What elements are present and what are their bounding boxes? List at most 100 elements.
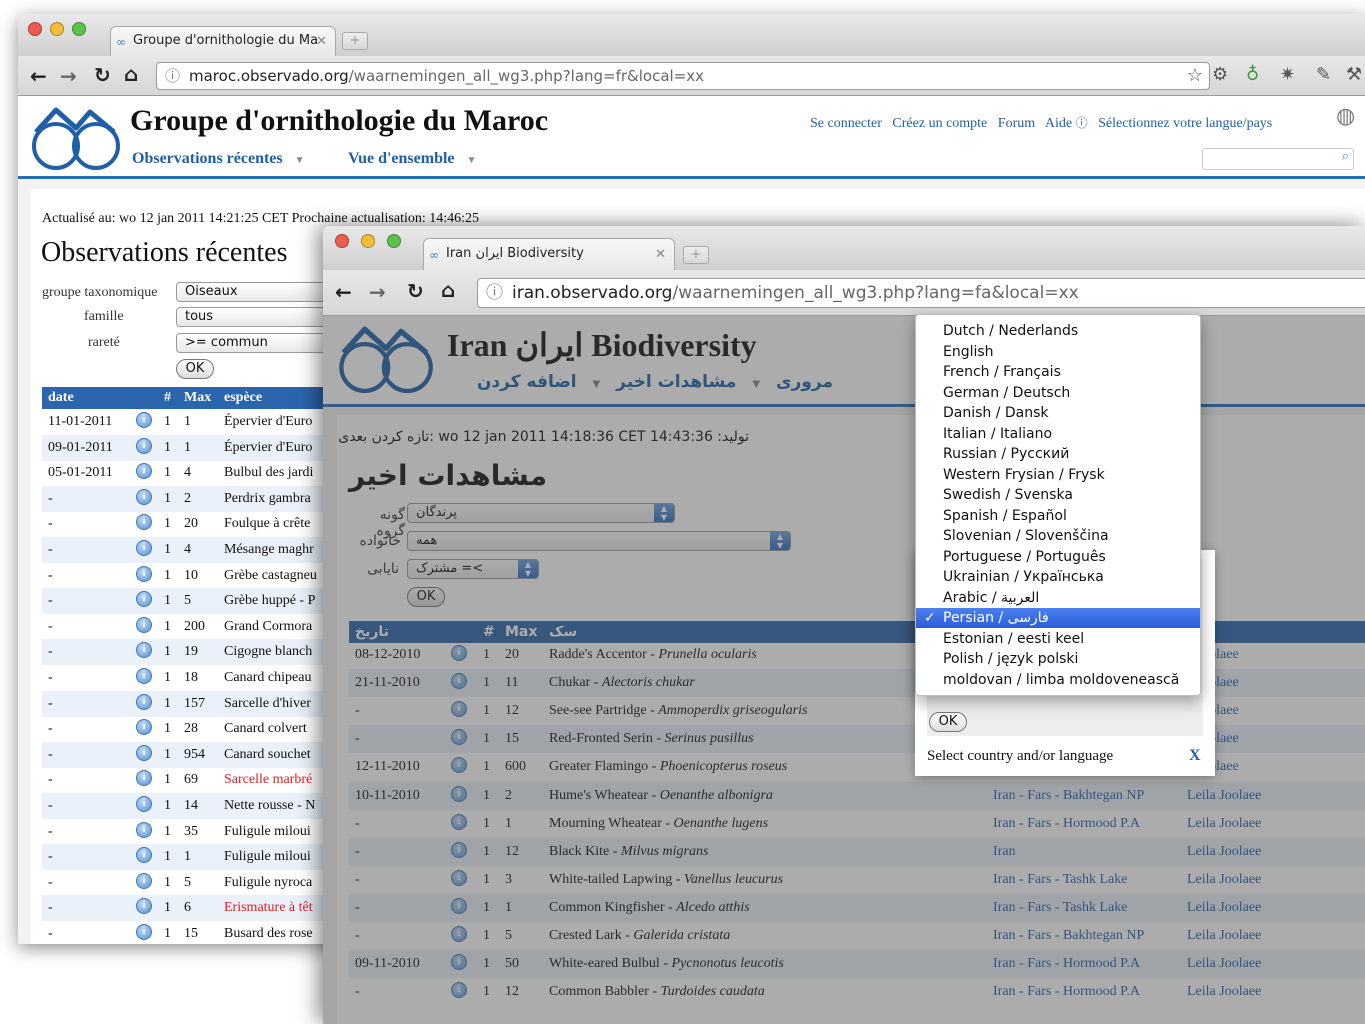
rarity-select-fa[interactable]: >= مشترک ▲ ▼ xyxy=(407,559,539,579)
info-icon[interactable]: i xyxy=(136,642,152,659)
info-icon[interactable]: i xyxy=(136,591,152,608)
forum-link[interactable]: Forum xyxy=(998,116,1035,131)
row-species[interactable]: Bulbul des jardi xyxy=(224,460,324,486)
row-species[interactable]: Common Babbler - Turdoides caudata xyxy=(549,978,989,1006)
info-icon[interactable]: i xyxy=(136,616,152,633)
back-tab[interactable]: ∞ Groupe d'ornithologie du Ma ✕ xyxy=(110,26,336,56)
row-location[interactable]: Iran - Fars - Tashk Lake xyxy=(993,866,1183,894)
info-icon[interactable]: i xyxy=(451,926,467,942)
info-icon[interactable]: i xyxy=(451,954,467,971)
menu-extension-icon[interactable]: ⚒ xyxy=(1346,64,1362,85)
info-icon[interactable]: i xyxy=(136,821,152,838)
language-option[interactable]: Spanish / Español xyxy=(916,506,1200,526)
row-location[interactable]: Iran - Fars - Bakhtegan NP xyxy=(993,782,1183,810)
nav-observations-fa[interactable]: مشاهدات اخیر xyxy=(616,372,736,392)
front-tab[interactable]: ∞ Iran ایران Biodiversity ✕ xyxy=(423,238,675,270)
row-species[interactable]: Grèbe castagneu xyxy=(224,563,324,589)
table-row[interactable]: - i 1 5 Crested Lark - Galerida cristata Iran… xyxy=(349,922,1365,950)
row-species[interactable]: Perdrix gambra xyxy=(224,486,324,512)
info-icon[interactable]: i xyxy=(136,565,152,582)
search-icon[interactable]: ⌕ xyxy=(1342,149,1349,164)
close-tab-icon[interactable]: ✕ xyxy=(655,240,666,270)
green-extension-icon[interactable]: ♁ xyxy=(1246,64,1259,85)
language-option[interactable]: Swedish / Svenska xyxy=(916,485,1200,505)
info-icon[interactable]: i xyxy=(136,744,152,761)
row-observer[interactable]: Leila Joolaee xyxy=(1187,782,1287,810)
col-date-fa[interactable]: تاریخ xyxy=(355,621,389,643)
info-icon[interactable]: i xyxy=(136,540,152,556)
language-option[interactable]: Western Frysian / Frysk xyxy=(916,465,1200,485)
row-species[interactable]: Épervier d'Euro xyxy=(224,409,324,435)
info-icon[interactable]: i xyxy=(451,701,467,718)
row-observer[interactable]: Leila Joolaee xyxy=(1187,810,1287,838)
row-location[interactable]: Iran - Fars - Hormood P.A xyxy=(993,950,1183,978)
row-species[interactable]: Mésange maghr xyxy=(224,537,324,563)
row-species[interactable]: Nette rousse - N xyxy=(224,793,324,819)
reload-icon[interactable]: ↻ xyxy=(407,281,424,301)
create-account-link[interactable]: Créez un compte xyxy=(892,116,987,131)
row-location[interactable]: Iran - Fars - Tashk Lake xyxy=(993,894,1183,922)
info-icon[interactable]: i xyxy=(136,719,152,736)
back-address-bar[interactable]: ⓘ maroc.observado.org/waarnemingen_all_w… xyxy=(156,62,1210,90)
table-row[interactable]: - i 1 1 Common Kingfisher - Alcedo atthis Ira… xyxy=(349,893,1365,922)
language-option[interactable]: Dutch / Nederlands xyxy=(916,321,1200,341)
row-species[interactable]: Épervier d'Euro xyxy=(224,435,324,461)
row-species[interactable]: Erismature à têt xyxy=(224,895,324,921)
row-species[interactable]: Fuligule miloui xyxy=(224,819,324,845)
row-species[interactable]: Busard des rose xyxy=(224,921,324,944)
language-option[interactable]: Estonian / eesti keel xyxy=(916,629,1200,649)
info-icon[interactable]: i xyxy=(451,645,467,661)
info-icon[interactable]: i xyxy=(451,897,467,914)
row-species[interactable]: Foulque à crête xyxy=(224,511,324,537)
globe-icon[interactable]: ◍ xyxy=(1336,104,1355,129)
row-location[interactable]: Iran - Fars - Hormood P.A xyxy=(993,978,1183,1006)
row-observer[interactable]: Leila Joolaee xyxy=(1187,866,1287,894)
col-date[interactable]: date xyxy=(48,387,74,409)
info-icon[interactable]: i xyxy=(451,813,467,830)
row-species[interactable]: Grèbe huppé - P xyxy=(224,588,324,614)
help-link[interactable]: Aide xyxy=(1045,116,1072,131)
new-tab-button[interactable]: + xyxy=(683,246,709,264)
language-option[interactable]: moldovan / limba moldovenească xyxy=(916,670,1200,690)
language-option[interactable]: German / Deutsch xyxy=(916,383,1200,403)
row-species[interactable]: White-tailed Lapwing - Vanellus leucurus xyxy=(549,866,989,894)
info-icon[interactable]: i xyxy=(451,729,467,746)
back-arrow-icon[interactable]: ← xyxy=(30,66,47,86)
info-icon[interactable]: i xyxy=(451,757,467,774)
close-window-button[interactable] xyxy=(335,234,349,248)
info-icon[interactable]: i xyxy=(451,841,467,858)
language-option[interactable]: Polish / język polski xyxy=(916,649,1200,669)
gear-extension-icon[interactable]: ⚙ xyxy=(1212,64,1228,85)
row-species[interactable]: Hume's Wheatear - Oenanthe albonigra xyxy=(549,782,989,810)
puzzle-extension-icon[interactable]: ✷ xyxy=(1280,64,1295,85)
wrench-icon[interactable]: ✎ xyxy=(1316,64,1331,85)
info-icon[interactable]: i xyxy=(136,693,152,710)
language-option[interactable]: Russian / Русский xyxy=(916,444,1200,464)
language-option[interactable]: ✓ Persian / فارسی xyxy=(916,608,1200,628)
row-observer[interactable]: Leila Joolaee xyxy=(1187,838,1287,866)
info-icon[interactable]: i xyxy=(136,924,152,940)
language-option[interactable]: Danish / Dansk xyxy=(916,403,1200,423)
row-species[interactable]: Canard souchet xyxy=(224,742,324,768)
row-observer[interactable]: Leila Joolaee xyxy=(1187,894,1287,922)
nav-overview-fa[interactable]: مروری xyxy=(776,372,833,392)
row-species[interactable]: Common Kingfisher - Alcedo atthis xyxy=(549,894,989,922)
info-icon[interactable]: i xyxy=(451,785,467,802)
row-observer[interactable]: Leila Joolaee xyxy=(1187,922,1287,950)
group-select-fa[interactable]: پرندگان ▲ ▼ xyxy=(407,503,675,523)
nav-add-fa[interactable]: اضافه کردن xyxy=(477,372,577,392)
info-icon[interactable]: i xyxy=(136,770,152,787)
new-tab-button[interactable]: + xyxy=(342,32,368,50)
info-icon[interactable]: i xyxy=(136,463,152,480)
col-max[interactable]: Max xyxy=(184,387,211,409)
back-arrow-icon[interactable]: ← xyxy=(335,282,352,302)
info-icon[interactable]: i xyxy=(136,412,152,428)
zoom-window-button[interactable] xyxy=(72,22,86,36)
table-row[interactable]: - i 1 3 White-tailed Lapwing - Vanellus leuc… xyxy=(349,866,1365,894)
popup-ok-button[interactable]: OK xyxy=(929,712,967,732)
col-species-fa[interactable]: سک xyxy=(549,621,577,643)
search-input[interactable]: ⌕ xyxy=(1202,148,1354,170)
row-location[interactable]: Iran - Fars - Bakhtegan NP xyxy=(993,922,1183,950)
table-row[interactable]: 09-11-2010 i 1 50 White-eared Bulbul - Pycno… xyxy=(349,950,1365,979)
family-select-fa[interactable]: همه ▲ ▼ xyxy=(407,531,791,551)
